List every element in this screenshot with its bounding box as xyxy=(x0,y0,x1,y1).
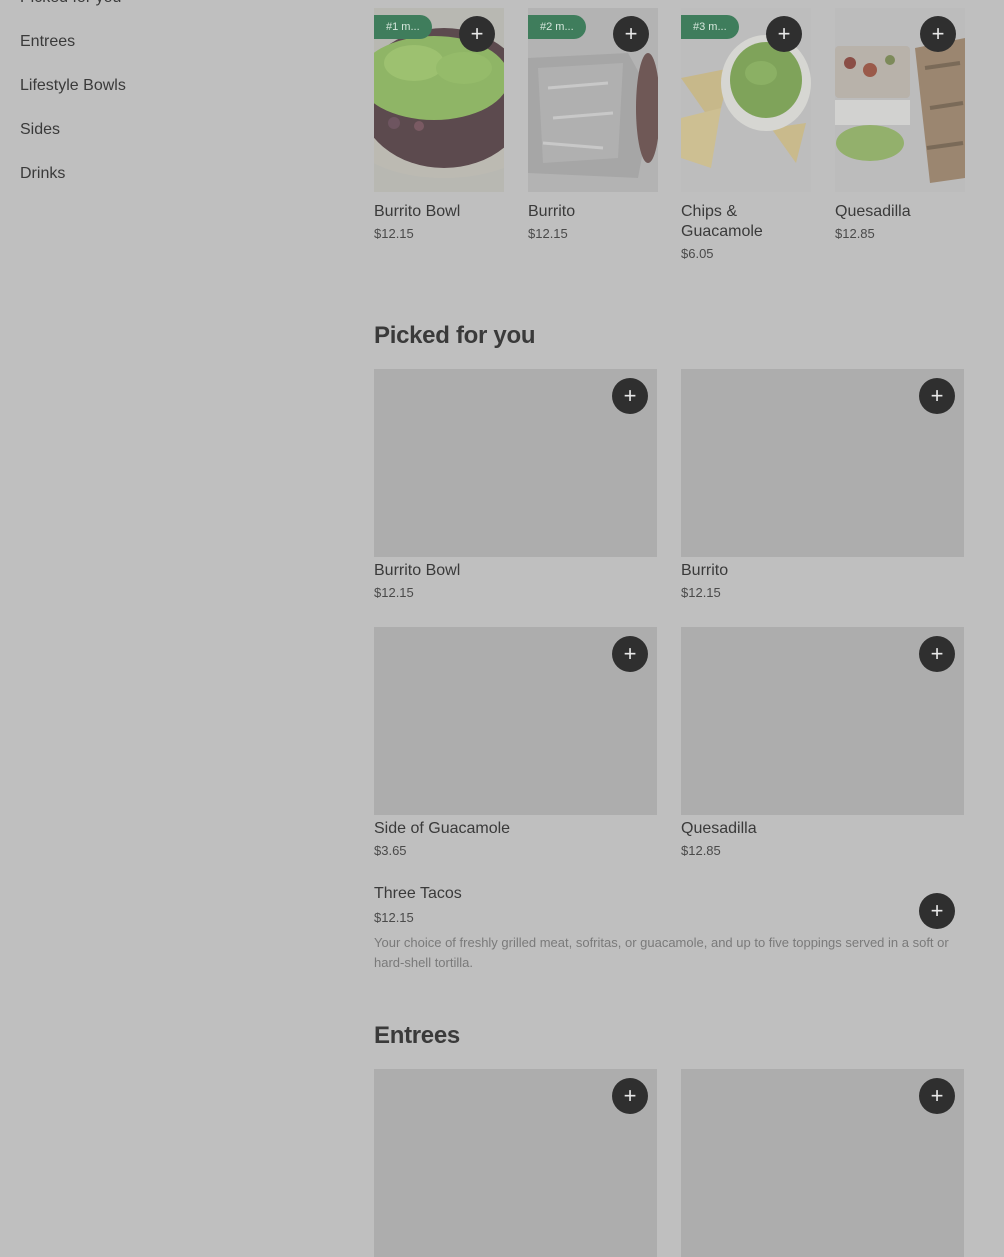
menu-list-item[interactable]: Three Tacos $12.15 Your choice of freshl… xyxy=(374,884,964,973)
add-to-cart-button[interactable]: + xyxy=(612,378,648,414)
sidebar-item-entrees[interactable]: Entrees xyxy=(20,32,320,76)
item-name: Burrito xyxy=(681,562,729,579)
add-to-cart-button[interactable]: + xyxy=(612,1078,648,1114)
menu-item-card[interactable]: + Burrito $12.15 xyxy=(681,369,964,600)
item-price: $12.15 xyxy=(681,585,721,600)
section-title-entrees: Entrees xyxy=(374,1022,460,1049)
popular-items-row: #1 m... + Burrito Bowl $12.15 #2 m... + … xyxy=(374,8,965,268)
popularity-badge: #2 m... xyxy=(528,15,586,39)
item-name: Side of Guacamole xyxy=(374,820,511,837)
add-to-cart-button[interactable]: + xyxy=(919,893,955,929)
item-name: Burrito Bowl xyxy=(374,562,461,579)
item-price: $12.15 xyxy=(374,226,414,241)
item-image-placeholder: + xyxy=(374,369,657,557)
item-price: $12.15 xyxy=(374,910,414,925)
item-image: #3 m... + xyxy=(681,8,811,192)
item-price: $6.05 xyxy=(681,246,714,261)
plus-icon: + xyxy=(930,898,944,923)
popularity-badge: #1 m... xyxy=(374,15,432,39)
add-to-cart-button[interactable]: + xyxy=(919,1078,955,1114)
popular-item-card[interactable]: #2 m... + Burrito $12.15 xyxy=(528,8,658,241)
add-to-cart-button[interactable]: + xyxy=(766,16,802,52)
item-description: Your choice of freshly grilled meat, sof… xyxy=(374,935,949,970)
item-price: $12.15 xyxy=(374,585,414,600)
sidebar-item-picked-for-you[interactable]: Picked for you xyxy=(20,0,320,32)
plus-icon: + xyxy=(623,383,637,408)
plus-icon: + xyxy=(623,641,637,666)
category-sidebar: Picked for you Entrees Lifestyle Bowls S… xyxy=(20,0,320,208)
popular-item-card[interactable]: + Quesadilla $12.85 xyxy=(835,8,965,241)
popular-item-card[interactable]: #3 m... + Chips & Guacamole $6.05 xyxy=(681,8,811,261)
item-name: Quesadilla xyxy=(681,820,757,837)
item-price: $12.85 xyxy=(681,843,721,858)
menu-item-card[interactable]: + xyxy=(374,1069,657,1257)
add-to-cart-button[interactable]: + xyxy=(613,16,649,52)
menu-item-card[interactable]: + Quesadilla $12.85 xyxy=(681,627,964,858)
item-name: Quesadilla xyxy=(835,203,911,220)
sidebar-item-drinks[interactable]: Drinks xyxy=(20,164,320,208)
popular-item-card[interactable]: #1 m... + Burrito Bowl $12.15 xyxy=(374,8,504,241)
sidebar-item-lifestyle-bowls[interactable]: Lifestyle Bowls xyxy=(20,76,320,120)
add-to-cart-button[interactable]: + xyxy=(612,636,648,672)
plus-icon: + xyxy=(931,21,945,46)
item-image-placeholder: + xyxy=(374,627,657,815)
item-image: #1 m... + xyxy=(374,8,504,192)
item-price: $12.15 xyxy=(528,226,568,241)
add-to-cart-button[interactable]: + xyxy=(919,378,955,414)
item-image-placeholder: + xyxy=(681,369,964,557)
add-to-cart-button[interactable]: + xyxy=(459,16,495,52)
item-name: Burrito xyxy=(528,203,576,220)
item-image-placeholder: + xyxy=(681,1069,964,1257)
section-title-picked-for-you: Picked for you xyxy=(374,322,536,349)
plus-icon: + xyxy=(623,1083,637,1108)
item-name: Chips & Guacamole xyxy=(681,203,763,240)
menu-item-card[interactable]: + Side of Guacamole $3.65 xyxy=(374,627,657,858)
item-price: $12.85 xyxy=(835,226,875,241)
item-name: Burrito Bowl xyxy=(374,203,461,220)
plus-icon: + xyxy=(470,21,484,46)
plus-icon: + xyxy=(624,21,638,46)
item-image-placeholder: + xyxy=(374,1069,657,1257)
menu-item-card[interactable]: + Burrito Bowl $12.15 xyxy=(374,369,657,600)
plus-icon: + xyxy=(930,641,944,666)
add-to-cart-button[interactable]: + xyxy=(920,16,956,52)
plus-icon: + xyxy=(930,1083,944,1108)
menu-item-card[interactable]: + xyxy=(681,1069,964,1257)
popularity-badge: #3 m... xyxy=(681,15,739,39)
item-image: + xyxy=(835,8,965,192)
item-image: #2 m... + xyxy=(528,8,658,192)
plus-icon: + xyxy=(930,383,944,408)
sidebar-item-sides[interactable]: Sides xyxy=(20,120,320,164)
plus-icon: + xyxy=(777,21,791,46)
item-name: Three Tacos xyxy=(374,885,462,902)
item-price: $3.65 xyxy=(374,843,407,858)
item-image-placeholder: + xyxy=(681,627,964,815)
add-to-cart-button[interactable]: + xyxy=(919,636,955,672)
